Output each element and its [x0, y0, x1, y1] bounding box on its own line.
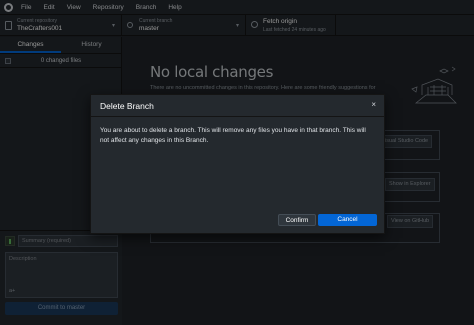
dialog-title: Delete Branch: [100, 101, 154, 111]
cancel-button[interactable]: Cancel: [318, 214, 377, 226]
delete-branch-dialog: Delete Branch × You are about to delete …: [90, 94, 385, 234]
dialog-header: Delete Branch ×: [91, 95, 384, 117]
dialog-message: You are about to delete a branch. This w…: [100, 127, 366, 144]
close-icon[interactable]: ×: [371, 100, 376, 109]
confirm-button[interactable]: Confirm: [278, 214, 316, 226]
